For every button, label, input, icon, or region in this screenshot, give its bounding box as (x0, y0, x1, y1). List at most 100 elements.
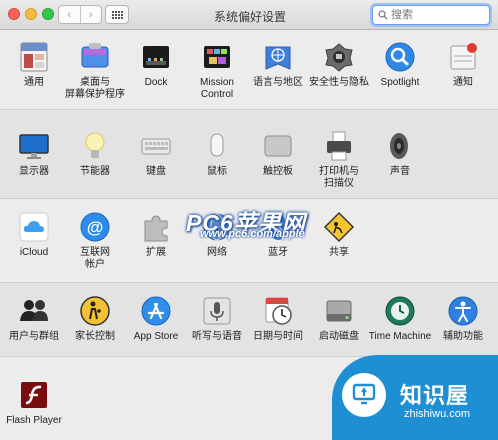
startup-disk-icon (323, 295, 355, 327)
keyboard-icon (140, 130, 172, 162)
pref-trackpad[interactable]: 触控板 (243, 130, 313, 178)
back-button[interactable]: ‹ (59, 6, 80, 23)
zhishiwu-url-watermark: zhishiwu.com (404, 408, 471, 420)
parental-controls-icon (79, 295, 111, 327)
pref-label: App Store (133, 331, 179, 342)
pref-time-machine[interactable]: Time Machine (365, 295, 435, 343)
pref-mouse[interactable]: 鼠标 (182, 130, 252, 178)
pref-internet-accounts[interactable]: @ 互联网 帐户 (60, 211, 130, 271)
search-input[interactable] (391, 9, 483, 21)
pref-label: 声音 (390, 166, 410, 177)
pref-label: 启动磁盘 (319, 331, 359, 342)
pref-parental-controls[interactable]: 家长控制 (60, 295, 130, 343)
mouse-icon (201, 130, 233, 162)
window-titlebar: ‹ › 系统偏好设置 (0, 0, 498, 30)
pref-label: 蓝牙 (268, 247, 288, 258)
pref-sound[interactable]: 声音 (365, 130, 435, 178)
pref-date-time[interactable]: 日期与时间 (243, 295, 313, 343)
pref-label: 安全性与隐私 (309, 77, 369, 88)
pc6-url-watermark: www.pc6.com/apple (200, 228, 305, 240)
desktop-icon (79, 41, 111, 73)
app-store-icon (140, 295, 172, 327)
pref-label: Spotlight (380, 77, 420, 88)
zoom-window-button[interactable] (42, 8, 54, 20)
pref-sharing[interactable]: 共享 (304, 211, 374, 259)
icloud-icon (18, 211, 50, 243)
pref-label: 通知 (453, 77, 473, 88)
pref-dock[interactable]: Dock (121, 41, 191, 89)
users-icon (18, 295, 50, 327)
pref-label: 用户与群组 (9, 331, 59, 342)
language-icon (262, 41, 294, 73)
zhishiwu-logo-icon (342, 373, 386, 417)
pref-label: 显示器 (19, 166, 49, 177)
printer-icon (323, 130, 355, 162)
pref-flash-player[interactable]: Flash Player (0, 379, 69, 427)
pref-startup-disk[interactable]: 启动磁盘 (304, 295, 374, 343)
pref-label: 日期与时间 (253, 331, 303, 342)
pref-label: 家长控制 (75, 331, 115, 342)
pref-spotlight[interactable]: Spotlight (365, 41, 435, 89)
pref-notifications[interactable]: 通知 (428, 41, 498, 89)
pref-displays[interactable]: 显示器 (0, 130, 69, 178)
notifications-icon (447, 41, 479, 73)
dictation-icon (201, 295, 233, 327)
sharing-icon (323, 211, 355, 243)
pref-label: 触控板 (263, 166, 293, 177)
pref-keyboard[interactable]: 键盘 (121, 130, 191, 178)
pref-extensions[interactable]: 扩展 (121, 211, 191, 259)
extensions-icon (140, 211, 172, 243)
pref-label: Flash Player (6, 415, 62, 426)
security-icon (323, 41, 355, 73)
search-field[interactable] (372, 5, 490, 25)
show-all-button[interactable] (105, 5, 129, 24)
spotlight-icon (384, 41, 416, 73)
personal-section: 通用 桌面与 屏幕保护程序 Dock Mission Control 语言与地区… (0, 31, 498, 144)
pref-label: 通用 (24, 77, 44, 88)
pref-label: Mission Control (200, 77, 234, 100)
zhishiwu-watermark: 知识屋 (400, 383, 470, 408)
pref-label: 辅助功能 (443, 331, 483, 342)
displays-icon (18, 130, 50, 162)
pref-accessibility[interactable]: 辅助功能 (428, 295, 498, 343)
mission-control-icon (201, 41, 233, 73)
system-section: 用户与群组 家长控制 App Store 听写与语音 日期与时间 启动磁盘 Ti… (0, 282, 498, 356)
flash-player-icon (18, 379, 50, 411)
pref-label: Dock (144, 77, 168, 88)
pref-label: 桌面与 屏幕保护程序 (65, 77, 125, 100)
pref-label: 语言与地区 (253, 77, 303, 88)
pref-label: 网络 (207, 247, 227, 258)
forward-button[interactable]: › (79, 6, 102, 23)
pref-label: 鼠标 (207, 166, 227, 177)
window-title: 系统偏好设置 (213, 10, 286, 24)
grid-icon (111, 10, 123, 19)
pref-desktop[interactable]: 桌面与 屏幕保护程序 (60, 41, 130, 101)
pref-icloud[interactable]: iCloud (0, 211, 69, 259)
minimize-window-button[interactable] (25, 8, 37, 20)
pref-dictation[interactable]: 听写与语音 (182, 295, 252, 343)
sound-icon (384, 130, 416, 162)
internet-accounts-icon: @ (79, 211, 111, 243)
pref-language[interactable]: 语言与地区 (243, 41, 313, 89)
pref-security[interactable]: 安全性与隐私 (304, 41, 374, 89)
pref-mission-control[interactable]: Mission Control (182, 41, 252, 101)
pref-label: 打印机与 扫描仪 (319, 166, 359, 189)
pref-app-store[interactable]: App Store (121, 295, 191, 343)
dock-icon (140, 41, 172, 73)
pref-energy-saver[interactable]: 节能器 (60, 130, 130, 178)
navigation-buttons: ‹ › (58, 5, 102, 24)
close-window-button[interactable] (8, 8, 20, 20)
pref-label: 节能器 (80, 166, 110, 177)
trackpad-icon (262, 130, 294, 162)
pref-users[interactable]: 用户与群组 (0, 295, 69, 343)
pref-label: iCloud (19, 247, 49, 258)
pref-label: 键盘 (146, 166, 166, 177)
accessibility-icon (447, 295, 479, 327)
pref-label: 互联网 帐户 (80, 247, 110, 270)
general-icon (18, 41, 50, 73)
pref-printers[interactable]: 打印机与 扫描仪 (304, 130, 374, 190)
time-machine-icon (384, 295, 416, 327)
pref-general[interactable]: 通用 (0, 41, 69, 89)
pref-label: 听写与语音 (192, 331, 242, 342)
pref-label: Time Machine (368, 331, 432, 342)
